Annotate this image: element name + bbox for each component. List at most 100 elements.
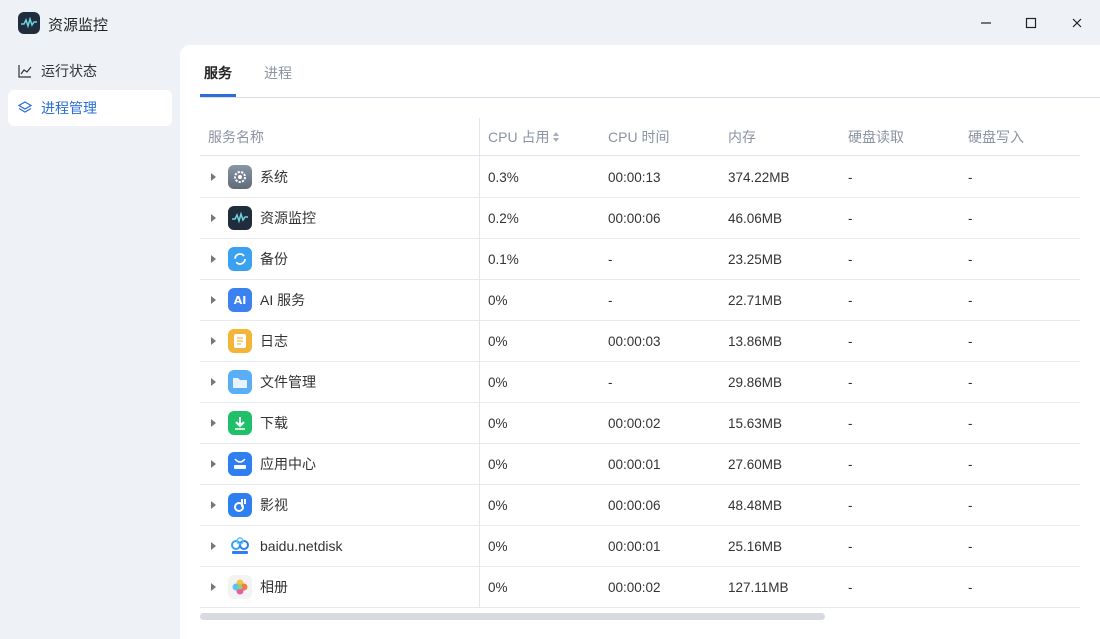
expand-caret-icon[interactable] <box>211 173 216 181</box>
service-name: 相册 <box>260 579 288 595</box>
expand-caret-icon[interactable] <box>211 214 216 222</box>
close-button[interactable] <box>1062 10 1092 36</box>
minimize-button[interactable] <box>971 10 1001 36</box>
service-name: 备份 <box>260 251 288 267</box>
table-row[interactable]: baidu.netdisk 0% 00:00:01 25.16MB - - <box>200 526 1080 567</box>
cpu-time: 00:00:06 <box>608 211 661 226</box>
sidebar-item-label: 进程管理 <box>41 100 97 116</box>
log-icon <box>228 329 252 353</box>
app-title: 资源监控 <box>48 17 109 34</box>
disk-read: - <box>848 498 853 513</box>
sort-icon[interactable] <box>552 119 560 157</box>
cpu-time: - <box>608 293 613 308</box>
cpu-time: 00:00:01 <box>608 457 661 472</box>
disk-read: - <box>848 252 853 267</box>
cpu-time: 00:00:02 <box>608 416 661 431</box>
service-name: baidu.netdisk <box>260 538 343 554</box>
cpu-usage: 0% <box>488 375 508 390</box>
table-row[interactable]: 影视 0% 00:00:06 48.48MB - - <box>200 485 1080 526</box>
table-row[interactable]: 应用中心 0% 00:00:01 27.60MB - - <box>200 444 1080 485</box>
service-name: 日志 <box>260 333 288 349</box>
cpu-usage: 0.1% <box>488 252 519 267</box>
service-name: 文件管理 <box>260 374 316 390</box>
sidebar-item-status[interactable]: 运行状态 <box>8 53 172 89</box>
expand-caret-icon[interactable] <box>211 378 216 386</box>
service-name: 应用中心 <box>260 456 316 472</box>
expand-caret-icon[interactable] <box>211 542 216 550</box>
disk-write: - <box>968 211 973 226</box>
cpu-usage: 0% <box>488 334 508 349</box>
table-row[interactable]: 日志 0% 00:00:03 13.86MB - - <box>200 321 1080 362</box>
column-header-disk-read[interactable]: 硬盘读取 <box>840 118 904 156</box>
photos-icon <box>228 575 252 599</box>
column-header-cpu-usage[interactable]: CPU 占用 <box>480 118 560 156</box>
expand-caret-icon[interactable] <box>211 255 216 263</box>
table-row[interactable]: 相册 0% 00:00:02 127.11MB - - <box>200 567 1080 608</box>
column-header-service-name[interactable]: 服务名称 <box>200 118 264 156</box>
memory-usage: 25.16MB <box>728 539 783 554</box>
disk-read: - <box>848 457 853 472</box>
disk-write: - <box>968 539 973 554</box>
table-row[interactable]: 下载 0% 00:00:02 15.63MB - - <box>200 403 1080 444</box>
cpu-time: 00:00:01 <box>608 539 661 554</box>
table-row[interactable]: 文件管理 0% - 29.86MB - - <box>200 362 1080 403</box>
backup-icon <box>228 247 252 271</box>
gear-icon <box>228 165 252 189</box>
tab-services[interactable]: 服务 <box>204 63 232 83</box>
column-header-cpu-time[interactable]: CPU 时间 <box>600 118 669 156</box>
tab-processes[interactable]: 进程 <box>264 63 292 83</box>
memory-usage: 27.60MB <box>728 457 783 472</box>
cpu-usage: 0.3% <box>488 170 519 185</box>
table-row[interactable]: 备份 0.1% - 23.25MB - - <box>200 239 1080 280</box>
disk-write: - <box>968 252 973 267</box>
disk-write: - <box>968 580 973 595</box>
cpu-time: 00:00:02 <box>608 580 661 595</box>
sidebar: 运行状态 进程管理 <box>0 45 180 639</box>
icon-text: AI <box>233 293 247 307</box>
resource-monitor-icon <box>228 206 252 230</box>
memory-usage: 127.11MB <box>728 580 789 595</box>
expand-caret-icon[interactable] <box>211 501 216 509</box>
disk-write: - <box>968 334 973 349</box>
disk-read: - <box>848 375 853 390</box>
expand-caret-icon[interactable] <box>211 337 216 345</box>
disk-read: - <box>848 580 853 595</box>
expand-caret-icon[interactable] <box>211 583 216 591</box>
memory-usage: 23.25MB <box>728 252 783 267</box>
download-icon <box>228 411 252 435</box>
cpu-usage: 0% <box>488 539 508 554</box>
horizontal-scrollbar[interactable] <box>200 613 825 620</box>
expand-caret-icon[interactable] <box>211 296 216 304</box>
service-name: 系统 <box>260 169 288 185</box>
expand-caret-icon[interactable] <box>211 419 216 427</box>
disk-read: - <box>848 211 853 226</box>
maximize-button[interactable] <box>1016 10 1046 36</box>
disk-write: - <box>968 375 973 390</box>
disk-read: - <box>848 539 853 554</box>
expand-caret-icon[interactable] <box>211 460 216 468</box>
line-chart-icon <box>18 64 32 78</box>
memory-usage: 15.63MB <box>728 416 783 431</box>
disk-write: - <box>968 293 973 308</box>
column-header-memory[interactable]: 内存 <box>720 118 756 156</box>
baidu-netdisk-icon <box>228 534 252 558</box>
layers-icon <box>18 101 32 115</box>
service-name: AI 服务 <box>260 292 306 308</box>
column-header-disk-write[interactable]: 硬盘写入 <box>960 118 1024 156</box>
services-table: 服务名称 CPU 占用 CPU 时间 内存 硬盘读取 硬盘写入 系统 0.3% 00… <box>200 118 1080 608</box>
memory-usage: 29.86MB <box>728 375 783 390</box>
cpu-usage: 0% <box>488 416 508 431</box>
cpu-usage: 0% <box>488 457 508 472</box>
disk-read: - <box>848 293 853 308</box>
table-row[interactable]: 资源监控 0.2% 00:00:06 46.06MB - - <box>200 198 1080 239</box>
cpu-time: 00:00:06 <box>608 498 661 513</box>
app-center-icon <box>228 452 252 476</box>
sidebar-item-process-management[interactable]: 进程管理 <box>8 90 172 126</box>
table-row[interactable]: 系统 0.3% 00:00:13 374.22MB - - <box>200 157 1080 198</box>
memory-usage: 374.22MB <box>728 170 790 185</box>
video-icon <box>228 493 252 517</box>
title-bar: 资源监控 <box>0 0 1100 45</box>
resource-monitor-app-icon <box>18 12 40 34</box>
table-row[interactable]: AI AI 服务 0% - 22.71MB - - <box>200 280 1080 321</box>
service-name: 下载 <box>260 415 288 431</box>
